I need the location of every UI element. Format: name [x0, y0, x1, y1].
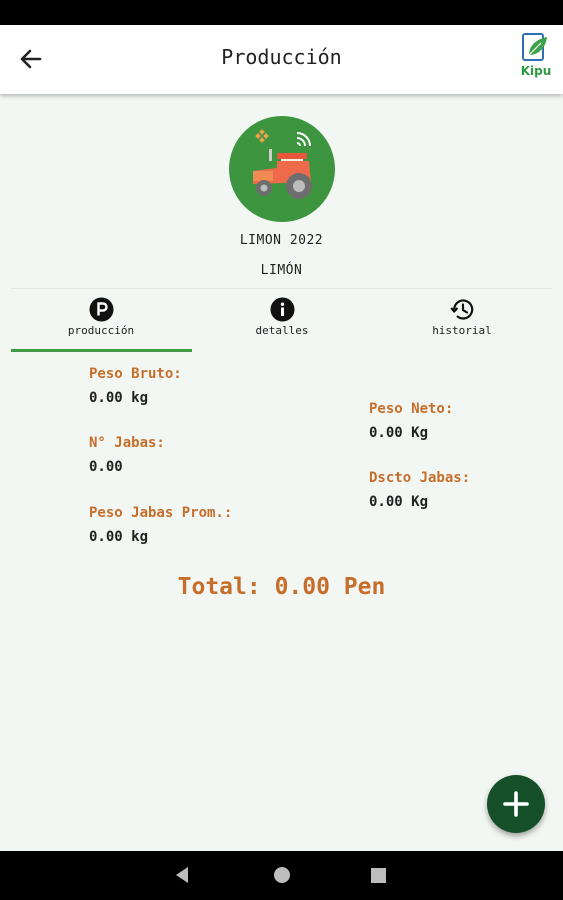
p-circle-icon [89, 297, 114, 322]
total-amount: Total: 0.00 Pen [177, 574, 386, 600]
peso-bruto-value: 0.00 kg [89, 390, 149, 406]
nav-back-button[interactable] [171, 864, 193, 886]
tab-detalles[interactable]: detalles [192, 296, 372, 352]
peso-jabas-prom-label: Peso Jabas Prom.: [89, 505, 233, 521]
app-bar: Producción Kipu [0, 25, 563, 94]
status-bar [0, 0, 563, 25]
add-button[interactable] [487, 775, 545, 833]
circle-home-icon [274, 867, 290, 883]
peso-bruto-label: Peso Bruto: [89, 366, 182, 382]
info-icon [270, 297, 295, 322]
active-tab-indicator [11, 349, 192, 352]
square-recents-icon [371, 868, 386, 883]
dscto-jabas-value: 0.00 Kg [369, 494, 429, 510]
tab-label: detalles [255, 324, 309, 337]
tractor-icon [253, 129, 312, 199]
nav-home-button[interactable] [271, 864, 293, 886]
crop-variety: LIMÓN [260, 263, 303, 278]
n-jabas-label: N° Jabas: [89, 435, 165, 451]
system-nav-bar [0, 851, 563, 900]
tab-produccion[interactable]: producción [11, 296, 191, 352]
leaf-device-icon [522, 33, 547, 61]
dscto-jabas-label: Dscto Jabas: [369, 470, 471, 486]
triangle-back-icon [176, 867, 188, 883]
page-title: Producción [221, 45, 342, 69]
tab-label: producción [67, 324, 135, 337]
crop-name: LIMON 2022 [239, 233, 324, 248]
plus-icon [503, 791, 529, 817]
header-divider [11, 288, 552, 289]
peso-jabas-prom-value: 0.00 kg [89, 529, 149, 545]
peso-neto-value: 0.00 Kg [369, 425, 429, 441]
n-jabas-value: 0.00 [89, 459, 123, 475]
crop-avatar [229, 116, 335, 222]
logo-text: Kipu [520, 64, 552, 78]
nav-recents-button[interactable] [367, 864, 389, 886]
tab-historial[interactable]: historial [372, 296, 552, 352]
tab-label: historial [432, 324, 492, 337]
history-icon [450, 299, 474, 320]
peso-neto-label: Peso Neto: [369, 401, 454, 417]
kipu-logo: Kipu [517, 31, 555, 83]
